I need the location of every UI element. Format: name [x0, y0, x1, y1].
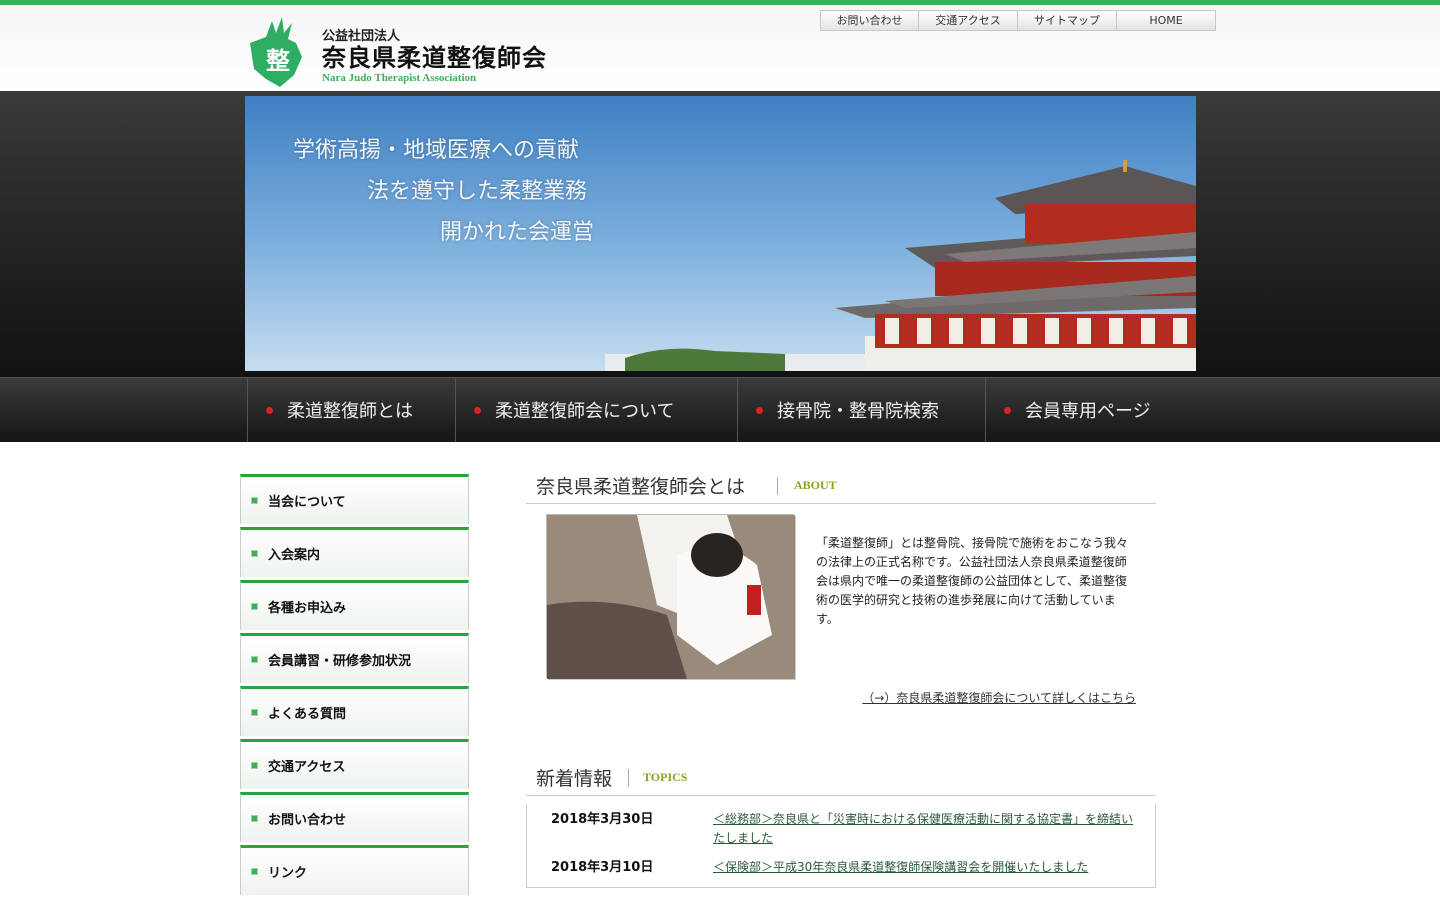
nav-item-clinic-search[interactable]: 接骨院・整骨院検索 — [737, 378, 985, 442]
hero-line-2: 法を遵守した柔整業務 — [367, 179, 588, 204]
hero-band: 学術高揚・地域医療への貢献 法を遵守した柔整業務 開かれた会運営 — [0, 91, 1440, 377]
hero-banner: 学術高揚・地域医療への貢献 法を遵守した柔整業務 開かれた会運営 — [245, 96, 1196, 371]
site-logo[interactable]: 整 公益社団法人 奈良県柔道整復師会 Nara Judo Therapist A… — [246, 13, 547, 87]
hero-line-3: 開かれた会運営 — [440, 220, 595, 245]
about-description: 「柔道整復師」とは整骨院、接骨院で施術をおこなう我々の法律上の正式名称です。公益… — [816, 536, 1129, 626]
topics-heading: 新着情報 TOPICS — [526, 760, 1156, 796]
news-item: 2018年3月10日 ＜保険部＞平成30年奈良県柔道整復師保険講習会を開催いたし… — [527, 858, 1155, 887]
hero-line-1: 学術高揚・地域医療への貢献 — [293, 138, 580, 163]
utility-nav: お問い合わせ 交通アクセス サイトマップ HOME — [820, 10, 1216, 31]
logo-mark-char: 整 — [266, 46, 290, 75]
nav-bullet-icon — [266, 406, 273, 414]
logo-english: Nara Judo Therapist Association — [322, 72, 477, 84]
sidebar-bullet-icon — [251, 868, 258, 875]
about-title: 奈良県柔道整復師会とは — [536, 476, 746, 498]
nav-bullet-icon — [756, 406, 763, 414]
news-item: 2018年3月30日 ＜総務部＞奈良県と「災害時における保健医療活動に関する協定… — [527, 810, 1155, 858]
nav-item-judo-therapist[interactable]: 柔道整復師とは — [247, 378, 455, 442]
main-column: 奈良県柔道整復師会とは ABOUT 「柔道整復師」とは整骨院、接骨院で施術をおこ… — [526, 468, 1156, 888]
utility-link-contact[interactable]: お問い合わせ — [820, 10, 919, 31]
heading-divider — [777, 476, 779, 495]
logo-title: 奈良県柔道整復師会 — [322, 43, 547, 72]
about-section: 「柔道整復師」とは整骨院、接骨院で施術をおこなう我々の法律上の正式名称です。公益… — [526, 504, 1156, 724]
utility-link-home[interactable]: HOME — [1117, 10, 1216, 31]
treatment-photo — [546, 514, 795, 679]
nav-bullet-icon — [1004, 406, 1011, 414]
sidebar-bullet-icon — [251, 762, 258, 769]
sidebar-bullet-icon — [251, 497, 258, 504]
about-more-link[interactable]: （→）奈良県柔道整復師会について詳しくはこちら — [862, 689, 1136, 706]
sidebar-bullet-icon — [251, 815, 258, 822]
global-nav: 柔道整復師とは 柔道整復師会について 接骨院・整骨院検索 会員専用ページ — [0, 377, 1440, 442]
sidebar-bullet-icon — [251, 550, 258, 557]
sidebar-item-access[interactable]: 交通アクセス — [240, 739, 469, 789]
nav-bullet-icon — [474, 406, 481, 414]
sidebar-bullet-icon — [251, 656, 258, 663]
news-link[interactable]: ＜保険部＞平成30年奈良県柔道整復師保険講習会を開催いたしました — [713, 858, 1088, 877]
topics-section: 新着情報 TOPICS 2018年3月30日 ＜総務部＞奈良県と「災害時における… — [526, 760, 1156, 888]
sidebar-item-training[interactable]: 会員講習・研修参加状況 — [240, 633, 469, 683]
utility-link-access[interactable]: 交通アクセス — [919, 10, 1018, 31]
sidebar-bullet-icon — [251, 709, 258, 716]
sidebar-item-links[interactable]: リンク — [240, 845, 469, 895]
heading-divider — [628, 768, 630, 787]
nav-item-association[interactable]: 柔道整復師会について — [455, 378, 737, 442]
sidebar-item-membership[interactable]: 入会案内 — [240, 527, 469, 577]
nav-item-members-page[interactable]: 会員専用ページ — [985, 378, 1195, 442]
sidebar-item-contact[interactable]: お問い合わせ — [240, 792, 469, 842]
site-header: 整 公益社団法人 奈良県柔道整復師会 Nara Judo Therapist A… — [0, 5, 1440, 91]
sidebar-item-about[interactable]: 当会について — [240, 474, 469, 524]
about-title-en: ABOUT — [794, 478, 837, 492]
deer-logo-icon: 整 — [246, 13, 310, 87]
sidebar-menu: 当会について 入会案内 各種お申込み 会員講習・研修参加状況 よくある質問 交通… — [240, 474, 469, 898]
topics-title: 新着情報 — [536, 768, 613, 790]
sidebar-bullet-icon — [251, 603, 258, 610]
logo-subtitle: 公益社団法人 — [322, 29, 401, 44]
news-date: 2018年3月30日 — [551, 812, 654, 827]
news-link[interactable]: ＜総務部＞奈良県と「災害時における保健医療活動に関する協定書」を締結いたしました — [713, 810, 1141, 848]
sidebar-item-applications[interactable]: 各種お申込み — [240, 580, 469, 630]
about-heading: 奈良県柔道整復師会とは ABOUT — [526, 468, 1156, 504]
utility-link-sitemap[interactable]: サイトマップ — [1018, 10, 1117, 31]
news-list: 2018年3月30日 ＜総務部＞奈良県と「災害時における保健医療活動に関する協定… — [526, 804, 1156, 888]
news-date: 2018年3月10日 — [551, 860, 654, 875]
hero-slogan: 学術高揚・地域医療への貢献 法を遵守した柔整業務 開かれた会運営 — [293, 132, 594, 255]
sidebar-item-faq[interactable]: よくある質問 — [240, 686, 469, 736]
topics-title-en: TOPICS — [643, 770, 688, 784]
content-area: 当会について 入会案内 各種お申込み 会員講習・研修参加状況 よくある質問 交通… — [0, 442, 1440, 900]
